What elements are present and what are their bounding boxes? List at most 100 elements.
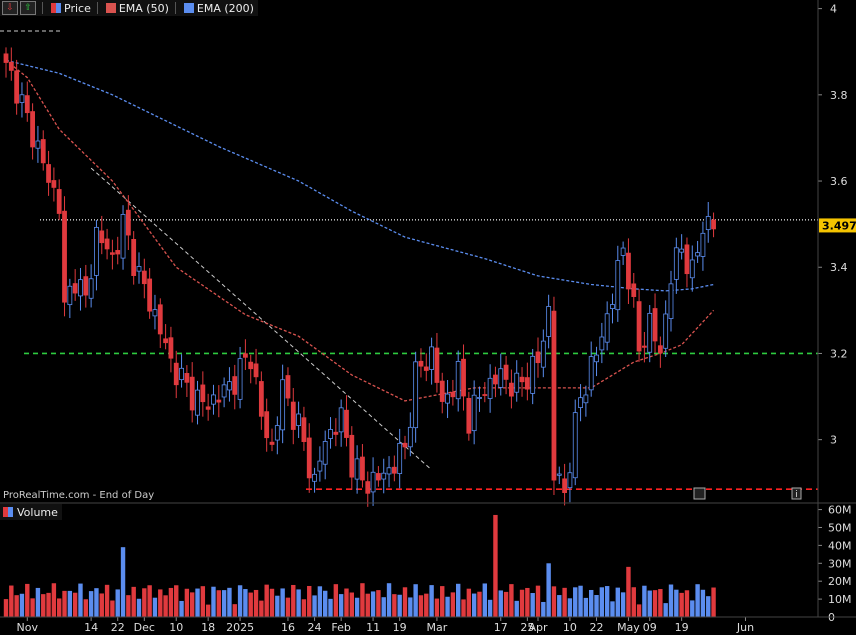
price-legend-label[interactable]: Price [64,2,91,15]
x-tick-label: 18 [201,621,215,634]
candle-body [604,313,610,343]
candle-body [583,394,589,404]
volume-bar [83,599,88,617]
up-arrow-icon[interactable]: ⇧ [20,1,36,15]
candle-body [248,361,254,370]
x-tick-label: 16 [281,621,295,634]
candle-body [530,355,536,394]
x-tick-label: 2025 [226,621,254,634]
y-tick-label: 3.2 [830,347,848,360]
candle-body [487,377,493,399]
candle-body [306,437,312,479]
down-arrow-icon[interactable]: ⇩ [2,1,18,15]
volume-bar [440,586,445,617]
volume-bar [237,585,243,617]
candle-body [360,456,365,481]
volume-bar [711,587,716,617]
volume-bar [184,588,190,617]
chart-background [0,0,856,635]
legend-divider [174,2,176,14]
volume-bar [599,587,605,617]
volume-bar [280,588,285,617]
volume-bar [46,592,51,617]
volume-bar [344,588,349,617]
x-tick-label: 10 [169,621,183,634]
x-tick-label: 19 [675,621,689,634]
candle-body [157,304,163,335]
last-price-marker: 3.497 [819,218,856,233]
volume-bar [466,588,472,617]
candle-body [684,244,690,275]
candle-body [338,407,344,433]
candle-body [455,361,461,400]
candle-body [471,394,477,432]
candle-body [88,278,94,299]
x-tick-label: 09 [643,621,657,634]
volume-bar [264,584,269,617]
volume-bar [248,592,253,617]
volume-bar [110,600,115,617]
candle-body [711,219,716,230]
x-tick-label: Feb [331,621,350,634]
candle-body [365,481,371,494]
legend-divider [96,2,98,14]
volume-bar [99,593,104,617]
candle-body [402,442,408,448]
ema200-legend-label[interactable]: EMA (200) [197,2,258,15]
volume-bar [211,586,216,617]
volume-bar [668,584,674,617]
x-tick-label: 22 [111,621,125,634]
volume-bar [126,595,131,617]
candle-body [572,412,578,479]
candle-body [562,478,567,493]
candle-body [274,425,280,441]
volume-tick-label: 10M [828,593,852,606]
volume-bar [301,599,307,617]
candle-body [524,377,530,390]
candle-body [280,379,286,431]
candle-body [200,384,206,403]
volume-bar [620,592,626,617]
volume-bar [365,593,370,617]
volume-bar [333,584,339,617]
candle-body [141,270,147,285]
volume-bar [317,586,323,617]
candle-body [312,473,317,482]
volume-legend-label[interactable]: Volume [17,506,58,519]
watermark-text: ProRealTime.com - End of Day [3,490,155,501]
candle-body [407,426,413,448]
candle-body [381,472,387,480]
price-legend: ⇩ ⇧ Price EMA (50) EMA (200) [0,0,258,16]
candle-body [349,434,355,478]
candle-body [445,393,450,404]
volume-bar [3,599,9,617]
volume-bar [291,584,296,617]
candle-body [269,441,275,445]
ema50-legend-label[interactable]: EMA (50) [119,2,169,15]
volume-bar [424,593,429,617]
price-chart: 33.23.43.63.84 010M20M30M40M50M60M Nov14… [0,0,856,635]
volume-bar [243,589,248,617]
volume-bar [312,595,317,617]
candle-body [51,180,57,188]
candle-body [588,356,594,391]
volume-bar [200,586,206,617]
candle-body [136,266,142,272]
volume-bar [583,597,589,617]
volume-bar [604,586,610,617]
y-tick-label: 3.8 [830,89,848,102]
volume-bar [573,587,578,617]
volume-bar [62,590,67,617]
volume-bar [168,587,174,617]
candle-body [237,358,243,400]
volume-bar [589,589,594,617]
volume-bar [461,599,466,617]
volume-bar [408,597,413,617]
last-price-label: 3.497 [822,219,856,232]
candle-body [290,401,296,430]
volume-bar [179,600,184,617]
x-tick-label: May [617,621,640,634]
volume-bar [541,601,546,617]
candle-body [461,358,466,397]
volume-bar [679,592,684,617]
